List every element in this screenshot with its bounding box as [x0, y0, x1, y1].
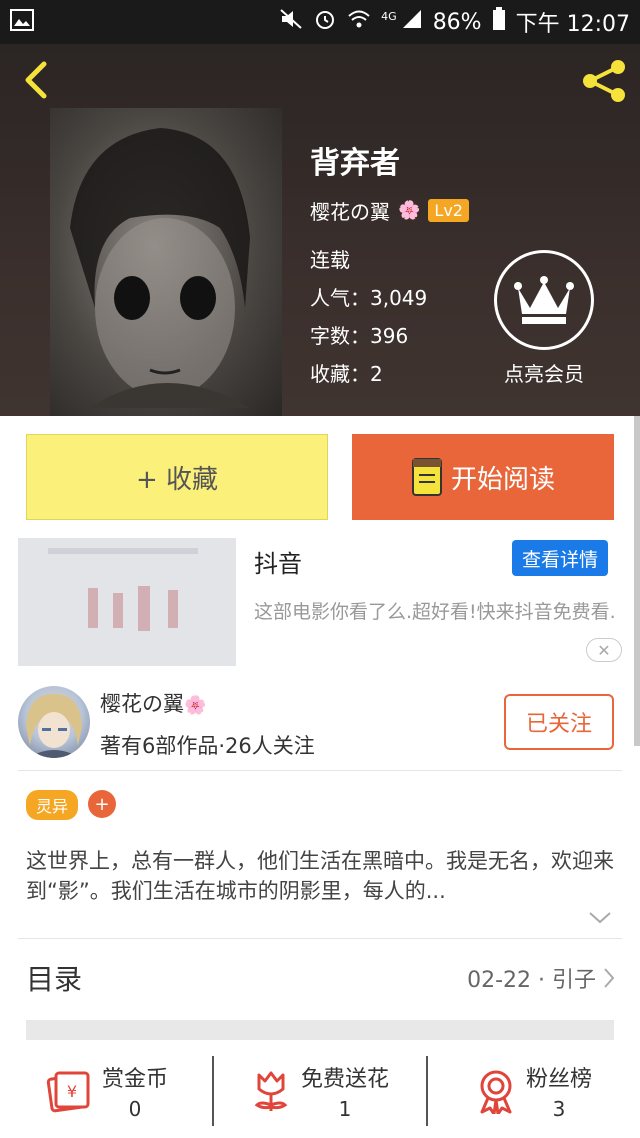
toc-latest: 02-22 · 引子: [467, 962, 616, 994]
scrollbar[interactable]: [634, 416, 640, 746]
fan-ranking-value: 3: [552, 1097, 566, 1121]
battery-icon: [492, 7, 506, 37]
sakura-icon: 🌸: [184, 695, 207, 716]
chevron-right-icon: [604, 968, 615, 988]
back-button[interactable]: [18, 60, 52, 100]
mute-icon: [279, 8, 303, 36]
reward-coin-button[interactable]: ¥ 赏金币 0: [0, 1056, 214, 1126]
ad-banner[interactable]: 抖音 查看详情 这部电影你看了么.超好看!快来抖音免费看. ✕: [18, 538, 622, 668]
free-flower-value: 1: [338, 1097, 352, 1121]
crown-icon: [494, 250, 594, 350]
share-button[interactable]: [580, 58, 628, 104]
author-card-stats: 著有6部作品·26人关注: [100, 734, 315, 758]
sakura-icon: 🌸: [398, 200, 421, 221]
favorite-button[interactable]: + 收藏: [26, 434, 328, 520]
book-title: 背弃者: [310, 146, 400, 181]
signal-icon: [401, 8, 423, 36]
bottom-action-bar: ¥ 赏金币 0 免费送花 1 粉丝榜 3: [0, 1052, 640, 1138]
level-badge: Lv2: [428, 199, 469, 222]
author-name[interactable]: 樱花の翼: [310, 196, 390, 225]
ad-thumbnail[interactable]: [18, 538, 236, 666]
synopsis-text[interactable]: 这世界上，总有一群人，他们生活在黑暗中。我是无名，欢迎来到“影”。我们生活在城市…: [26, 846, 616, 906]
ad-close-button[interactable]: ✕: [586, 638, 622, 662]
book-header: 背弃者 樱花の翼 🌸 Lv2 连载 人气：3,049 字数：396 收藏：2 点…: [0, 44, 640, 416]
main-content: + 收藏 开始阅读 抖音 查看详情 这部电影你看了么.超好看!快来抖音免费看. …: [0, 416, 640, 1138]
author-row[interactable]: 樱花の翼 🌸 Lv2: [310, 196, 469, 225]
add-tag-button[interactable]: +: [88, 790, 116, 818]
serial-status: 连载: [310, 248, 350, 272]
toc-latest-chapter: 02-22 · 引子: [467, 968, 596, 993]
ad-description: 这部电影你看了么.超好看!快来抖音免费看.: [254, 601, 616, 623]
red-envelope-icon: ¥: [46, 1071, 90, 1113]
back-arrow-icon: [25, 61, 47, 99]
author-card-name: 樱花の翼: [100, 692, 184, 716]
genre-tag[interactable]: 灵异: [26, 790, 79, 820]
word-count: 字数：396: [310, 324, 409, 348]
free-flower-label: 免费送花: [300, 1067, 389, 1092]
ad-details-button[interactable]: 查看详情: [512, 540, 608, 576]
flower-icon: [254, 1071, 288, 1111]
start-reading-label: 开始阅读: [450, 464, 555, 495]
free-flower-button[interactable]: 免费送花 1: [214, 1056, 428, 1126]
svg-text:¥: ¥: [67, 1082, 77, 1101]
book-icon: [411, 458, 442, 496]
reward-coin-label: 赏金币: [101, 1067, 168, 1092]
table-of-contents-row[interactable]: 目录 02-22 · 引子: [26, 956, 616, 1000]
battery-percent: 86%: [432, 9, 482, 35]
fan-ranking-button[interactable]: 粉丝榜 3: [428, 1056, 640, 1126]
author-avatar[interactable]: [18, 686, 90, 758]
alarm-icon: [313, 7, 337, 37]
vip-button[interactable]: 点亮会员: [492, 250, 596, 387]
reward-coin-value: 0: [128, 1097, 142, 1121]
divider: [18, 938, 622, 939]
share-icon: [583, 60, 625, 102]
fan-ranking-label: 粉丝榜: [525, 1067, 592, 1092]
author-card-name-row: 樱花の翼🌸: [100, 688, 206, 718]
favorite-label: + 收藏: [135, 464, 219, 495]
clock: 下午 12:07: [515, 12, 630, 37]
toc-title: 目录: [26, 963, 83, 996]
start-reading-button[interactable]: 开始阅读: [352, 434, 614, 520]
author-card[interactable]: 樱花の翼🌸 著有6部作品·26人关注 已关注: [18, 684, 622, 768]
wifi-icon: [347, 8, 371, 36]
network-type: 4G: [381, 9, 397, 23]
ad-title: 抖音: [254, 550, 302, 578]
divider: [18, 770, 622, 771]
medal-icon: [480, 1070, 512, 1114]
gallery-notification-icon: [10, 9, 34, 35]
status-bar: 4G 86% 下午 12:07: [0, 0, 640, 44]
book-cover-image: [50, 108, 282, 416]
follow-button[interactable]: 已关注: [504, 694, 614, 750]
favorite-count: 收藏：2: [310, 362, 383, 386]
expand-chevron-icon[interactable]: [588, 910, 612, 924]
popularity: 人气：3,049: [310, 286, 428, 310]
vip-label: 点亮会员: [504, 362, 584, 386]
section-separator: [26, 1020, 614, 1040]
